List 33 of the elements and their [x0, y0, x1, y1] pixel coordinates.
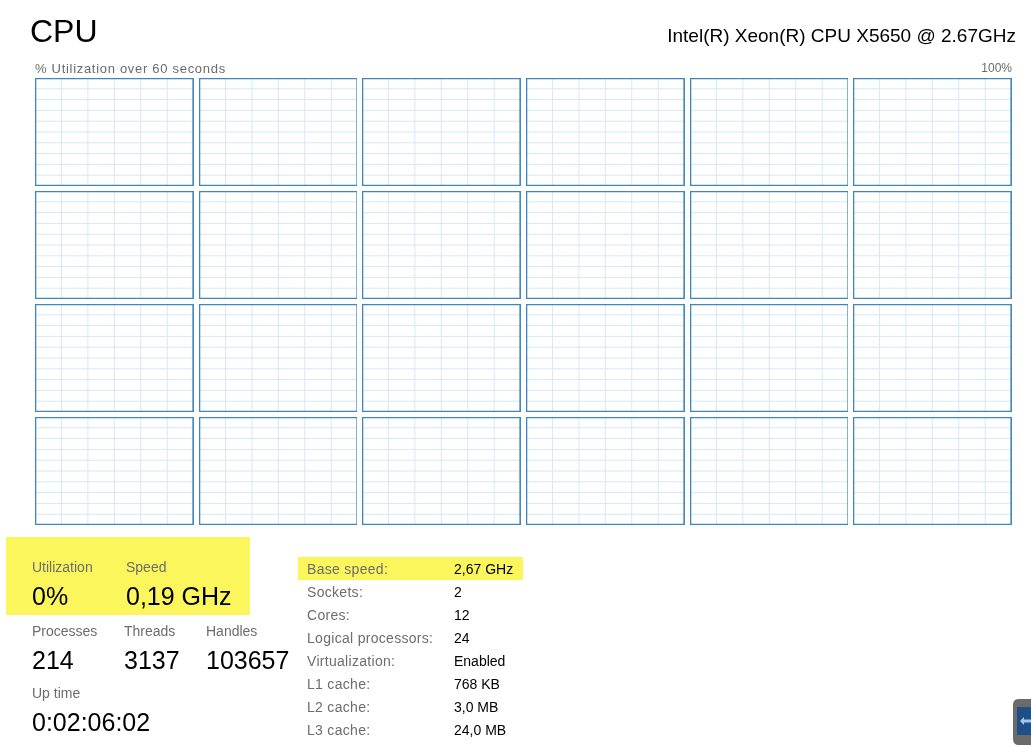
- detail-value: 3,0 MB: [454, 698, 499, 715]
- detail-label: Base speed:: [307, 560, 390, 577]
- stat-label: Speed: [126, 559, 168, 576]
- stat-label: Handles: [206, 623, 259, 640]
- stat-label: Threads: [124, 623, 177, 640]
- detail-label: L1 cache:: [307, 675, 372, 692]
- detail-label: Sockets:: [307, 583, 365, 600]
- stat-value: 0,19 GHz: [126, 582, 232, 611]
- detail-label: Virtualization:: [307, 652, 397, 669]
- graph-max-label: 100%: [981, 61, 1012, 76]
- stat-value: 0%: [32, 582, 70, 611]
- detail-label: Cores:: [307, 606, 352, 623]
- stat-label: Utilization: [32, 559, 94, 576]
- cpu-model-name: Intel(R) Xeon(R) CPU X5650 @ 2.67GHz: [667, 24, 1016, 48]
- page-title: CPU: [30, 12, 98, 50]
- stat-value: 103657: [206, 646, 290, 675]
- detail-label: L2 cache:: [307, 698, 372, 715]
- detail-label: Logical processors:: [307, 629, 435, 646]
- stat-value: 3137: [124, 646, 181, 675]
- detail-value: 2: [454, 583, 462, 600]
- detail-value: 24: [454, 629, 470, 646]
- detail-value: 2,67 GHz: [454, 560, 514, 577]
- detail-value: 12: [454, 606, 470, 623]
- detail-value: Enabled: [454, 652, 506, 669]
- detail-label: L3 cache:: [307, 721, 372, 738]
- stat-label: Up time: [32, 685, 82, 702]
- detail-value: 768 KB: [454, 675, 500, 692]
- graph-caption: % Utilization over 60 seconds: [35, 61, 226, 76]
- detail-value: 24,0 MB: [454, 721, 507, 738]
- arrow-tile-icon[interactable]: [1013, 699, 1031, 745]
- stat-value: 214: [32, 646, 75, 675]
- stat-label: Processes: [32, 623, 99, 640]
- stat-value: 0:02:06:02: [32, 708, 152, 737]
